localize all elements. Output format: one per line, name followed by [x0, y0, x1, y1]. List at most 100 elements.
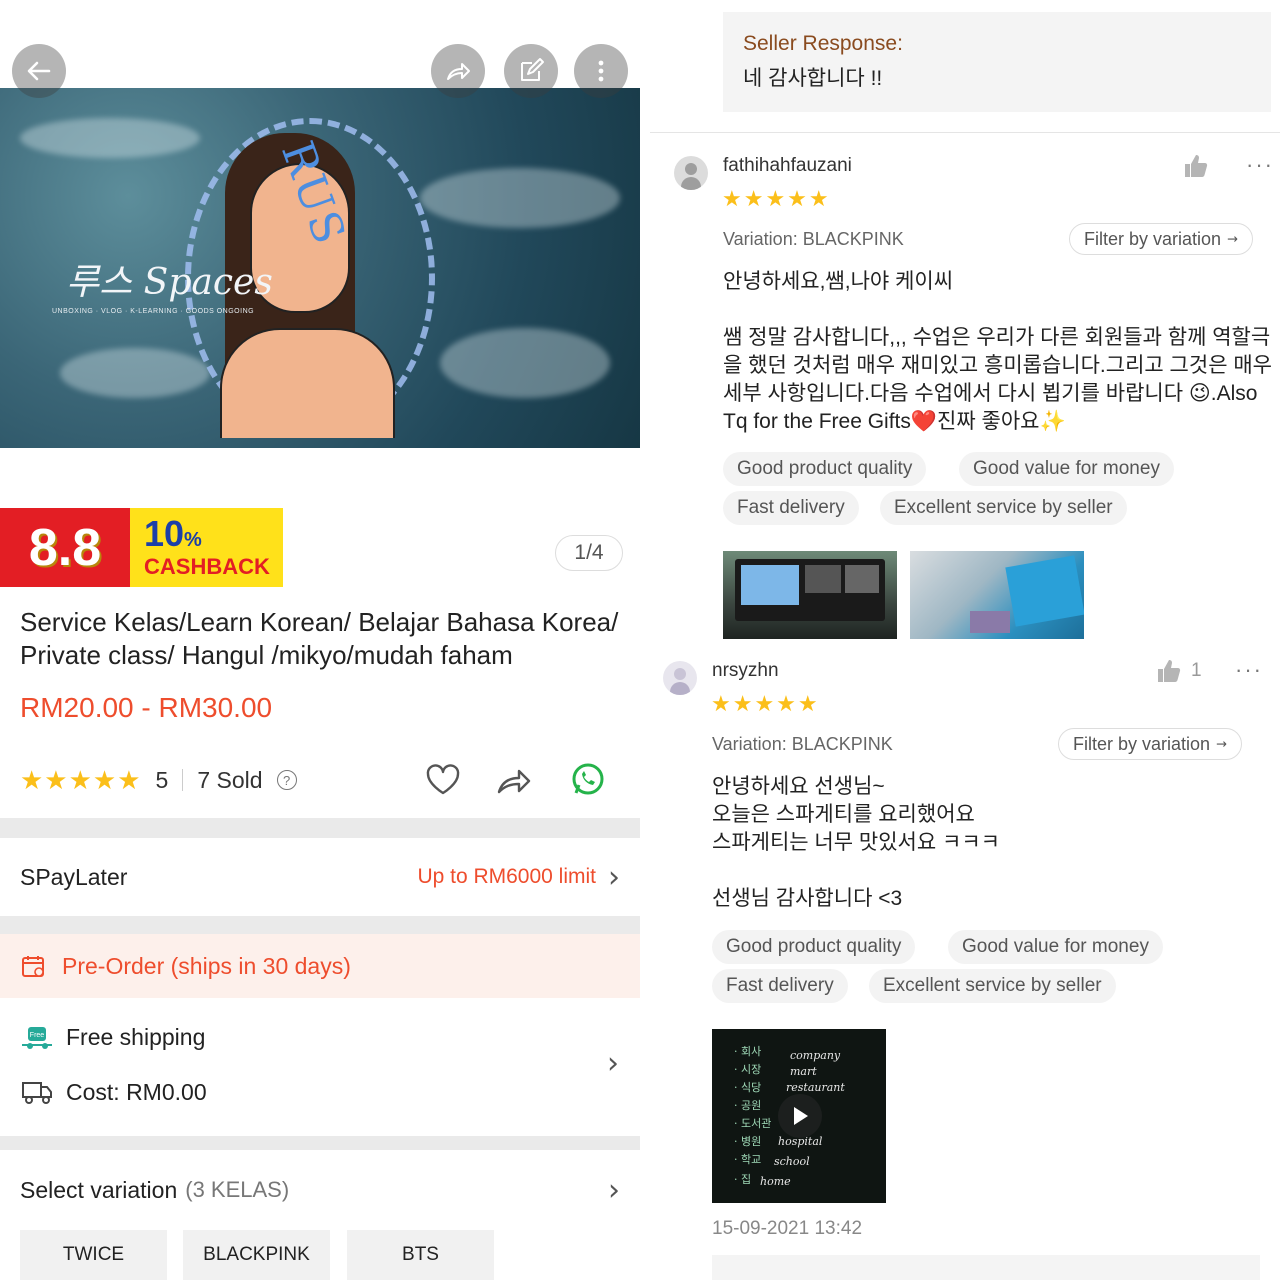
- calendar-icon: [22, 956, 44, 977]
- review-tag: Excellent service by seller: [880, 491, 1127, 525]
- product-title: Service Kelas/Learn Korean/ Belajar Baha…: [20, 607, 619, 670]
- shipping-cost-text: Cost: RM0.00: [66, 1078, 207, 1105]
- back-button[interactable]: [12, 44, 66, 98]
- review-tag: Fast delivery: [723, 491, 859, 525]
- more-icon[interactable]: ···: [1235, 657, 1263, 683]
- review-date: 15-09-2021 13:42: [712, 1218, 863, 1239]
- hero-brand: 루스 Spaces: [66, 262, 273, 303]
- illustration-body: [220, 328, 395, 438]
- more-icon[interactable]: ···: [1246, 152, 1274, 178]
- arrow-icon: ↗: [1223, 229, 1243, 248]
- product-image[interactable]: RUS 루스 Spaces UNBOXING · VLOG · K-LEARNI…: [0, 88, 640, 448]
- divider: [182, 769, 184, 791]
- play-button[interactable]: [778, 1094, 822, 1138]
- filter-by-variation-button[interactable]: Filter by variation ↗: [1069, 223, 1253, 255]
- play-icon: [794, 1107, 808, 1125]
- review-tag: Good value for money: [948, 930, 1163, 964]
- more-options-button[interactable]: [574, 44, 628, 98]
- vertical-dots-icon: [598, 60, 604, 82]
- avatar[interactable]: [663, 661, 697, 695]
- rating-stars: ★★★★★: [20, 764, 142, 795]
- review-username: fathihahfauzani: [723, 155, 852, 176]
- promo-cashback: CASHBACK: [144, 554, 270, 579]
- review-stars: ★★★★★: [711, 691, 820, 716]
- video-word: school: [774, 1155, 810, 1168]
- review-tag: Good value for money: [959, 452, 1174, 486]
- sea-foam: [20, 118, 200, 158]
- sea-foam: [420, 168, 620, 228]
- review-tag: Fast delivery: [712, 969, 848, 1003]
- arrow-icon: ↗: [1212, 734, 1232, 753]
- help-icon[interactable]: ?: [276, 770, 297, 790]
- like-button[interactable]: 1: [1155, 657, 1202, 685]
- rating-value: 5: [155, 766, 169, 793]
- variation-option-blackpink[interactable]: BLACKPINK: [183, 1230, 330, 1280]
- product-price: RM20.00 - RM30.00: [20, 692, 273, 723]
- variation-option-bts[interactable]: BTS: [347, 1230, 494, 1280]
- product-page: RUS 루스 Spaces UNBOXING · VLOG · K-LEARNI…: [0, 0, 640, 1280]
- preorder-text: Pre-Order (ships in 30 days): [62, 952, 351, 979]
- select-variation-row[interactable]: Select variation (3 KELAS) ›: [0, 1150, 640, 1230]
- next-seller-response: [712, 1255, 1260, 1280]
- chevron-right-icon: ›: [608, 1172, 620, 1208]
- video-word: restaurant: [786, 1081, 845, 1094]
- variation-count: (3 KELAS): [185, 1177, 290, 1202]
- filter-by-variation-button[interactable]: Filter by variation ↗: [1058, 728, 1242, 760]
- video-word: mart: [790, 1065, 817, 1078]
- arrow-left-icon: [27, 61, 51, 81]
- edit-icon: [521, 58, 544, 81]
- like-count: 1: [1191, 660, 1202, 681]
- free-shipping-row: Free Free shipping: [20, 1024, 205, 1051]
- review-text: 안녕하세요,쌤,나야 케이씨 쌤 정말 감사합니다,,, 수업은 우리가 다른 …: [723, 270, 1272, 433]
- section-gap: [0, 916, 640, 934]
- promo-percent-sign: %: [184, 529, 202, 551]
- free-badge-text: Free: [30, 1032, 45, 1039]
- shipping-chevron-icon[interactable]: ›: [607, 1046, 619, 1081]
- shipping-cost-row: Cost: RM0.00: [20, 1078, 207, 1106]
- spaylater-limit: Up to RM6000 limit: [417, 865, 596, 888]
- review-stars: ★★★★★: [722, 186, 831, 211]
- whatsapp-share-icon[interactable]: [568, 760, 608, 800]
- truck-icon: [22, 1082, 52, 1104]
- free-shipping-text: Free shipping: [66, 1024, 206, 1050]
- review-photo[interactable]: [723, 551, 897, 639]
- seller-response-text: 네 감사합니다 !!: [743, 67, 883, 90]
- review-photo[interactable]: [910, 551, 1084, 639]
- filter-label: Filter by variation: [1084, 228, 1222, 249]
- hero-subtitle: UNBOXING · VLOG · K-LEARNING · GOODS ONG…: [52, 308, 255, 315]
- filter-label: Filter by variation: [1073, 733, 1211, 754]
- preorder-banner: Pre-Order (ships in 30 days): [0, 934, 640, 998]
- variation-option-twice[interactable]: TWICE: [20, 1230, 167, 1280]
- seller-response-heading: Seller Response:: [743, 32, 903, 55]
- image-counter: 1/4: [555, 535, 623, 571]
- promo-cashback-block: 10% CASHBACK: [130, 508, 283, 587]
- review-tag: Excellent service by seller: [869, 969, 1116, 1003]
- promo-percent: 10: [144, 513, 185, 554]
- video-word: home: [760, 1175, 791, 1188]
- heart-icon[interactable]: [423, 760, 463, 800]
- sea-foam: [440, 328, 610, 398]
- avatar[interactable]: [674, 156, 708, 190]
- divider: [650, 132, 1280, 133]
- reviews-page: Seller Response: 네 감사합니다 !! fathihahfauz…: [650, 0, 1280, 1280]
- variation-label: Select variation: [20, 1176, 178, 1203]
- review-text: 안녕하세요 선생님~ 오늘은 스파게티를 요리했어요 스파게티는 너무 맛있서요…: [712, 775, 1000, 910]
- share-product-icon[interactable]: [495, 760, 535, 800]
- edit-button[interactable]: [504, 44, 558, 98]
- section-gap: [0, 818, 640, 838]
- review-username: nrsyzhn: [712, 660, 779, 681]
- like-button[interactable]: [1182, 152, 1210, 180]
- spaylater-row[interactable]: SPayLater Up to RM6000 limit ›: [0, 838, 640, 916]
- thumbs-up-icon: [1158, 660, 1181, 682]
- share-button[interactable]: [431, 44, 485, 98]
- free-shipping-truck-icon: Free: [22, 1026, 52, 1049]
- sea-foam: [60, 348, 210, 398]
- spaylater-label: SPayLater: [20, 863, 128, 890]
- review-tag: Good product quality: [712, 930, 916, 964]
- sold-count: 7 Sold: [197, 766, 263, 793]
- thumbs-up-icon: [1185, 155, 1208, 177]
- review-variation: Variation: BLACKPINK: [712, 734, 893, 754]
- review-video[interactable]: · 회사 · 시장 · 식당 · 공원 · 도서관 · 병원 · 학교 · 집 …: [712, 1029, 886, 1203]
- review-variation: Variation: BLACKPINK: [723, 229, 904, 249]
- promo-88: 8.8: [0, 508, 130, 587]
